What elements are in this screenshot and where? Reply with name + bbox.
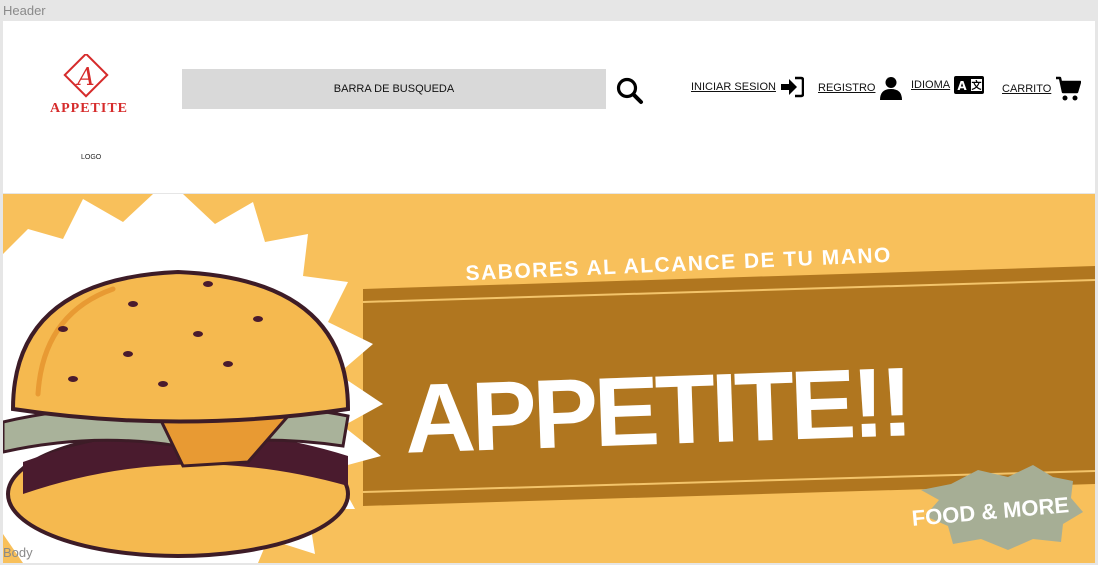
- register-link[interactable]: REGISTRO: [818, 76, 903, 100]
- logo-graphic: A APPETITE: [50, 52, 128, 116]
- logo-brand-text: APPETITE: [50, 101, 128, 116]
- cart-label: CARRITO: [1002, 83, 1052, 95]
- shopping-cart-icon: [1056, 76, 1082, 101]
- sign-in-icon: [780, 76, 804, 98]
- search-button[interactable]: [614, 75, 646, 107]
- header: A APPETITE LOGO BARRA DE BUSQUEDA INICIA…: [3, 21, 1095, 193]
- svg-text:文: 文: [972, 79, 983, 92]
- login-label: INICIAR SESION: [691, 81, 776, 93]
- body-frame-label: Body: [3, 545, 33, 560]
- search-bar-label: BARRA DE BUSQUEDA: [333, 83, 455, 95]
- register-label: REGISTRO: [818, 82, 876, 94]
- hero-banner: SABORES AL ALCANCE DE TU MANO APPETITE!!…: [3, 194, 1095, 563]
- logo[interactable]: A APPETITE: [25, 52, 153, 124]
- banner-headline: APPETITE!!: [403, 346, 911, 474]
- language-icon: A 文: [954, 76, 985, 94]
- svg-text:A: A: [957, 79, 967, 93]
- search-icon: [616, 77, 643, 104]
- burger-illustration: [3, 269, 351, 558]
- login-link[interactable]: INICIAR SESION: [691, 76, 804, 98]
- header-frame-label: Header: [3, 3, 46, 18]
- user-icon: [880, 77, 903, 100]
- hero-banner-graphic: SABORES AL ALCANCE DE TU MANO APPETITE!!…: [3, 194, 1095, 563]
- search-bar[interactable]: BARRA DE BUSQUEDA: [182, 69, 606, 109]
- logo-caption: LOGO: [81, 154, 102, 161]
- cart-link[interactable]: CARRITO: [1002, 76, 1082, 102]
- logo-initial: A: [75, 63, 94, 91]
- language-label: IDIOMA: [911, 79, 951, 91]
- language-link[interactable]: IDIOMA A 文: [911, 76, 985, 94]
